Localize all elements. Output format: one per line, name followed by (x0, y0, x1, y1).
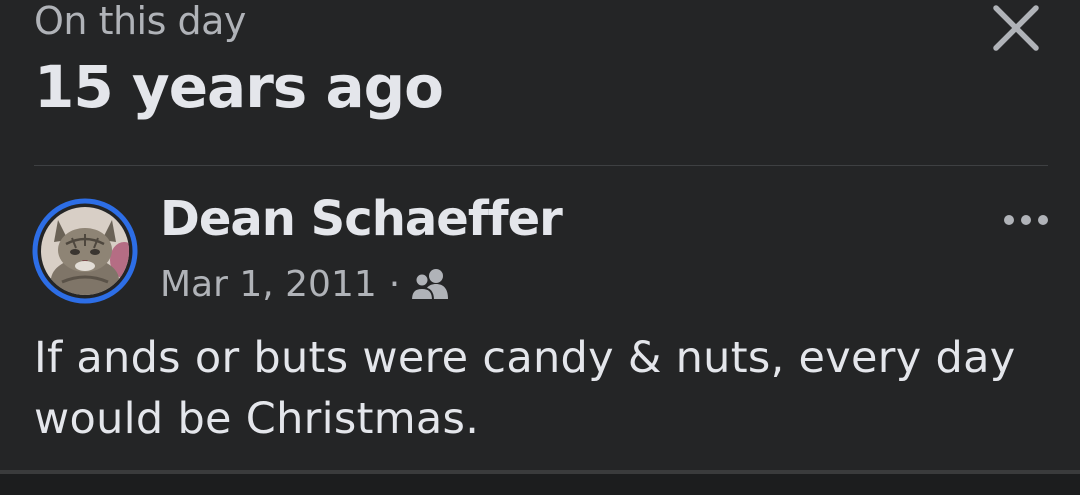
avatar-image (32, 198, 138, 304)
avatar[interactable] (32, 198, 138, 304)
author-name[interactable]: Dean Schaeffer (160, 188, 563, 250)
memory-title: 15 years ago (34, 53, 444, 121)
post-meta: Mar 1, 2011 · (160, 258, 450, 310)
memory-kicker: On this day (34, 0, 246, 43)
friends-icon[interactable] (410, 267, 450, 301)
more-options-icon (1004, 215, 1048, 225)
memory-card: On this day 15 years ago Dean Schaeffer … (0, 0, 1080, 470)
below-card-area (0, 474, 1080, 495)
post-date[interactable]: Mar 1, 2011 (160, 264, 377, 305)
meta-separator: · (388, 263, 401, 305)
close-button[interactable] (988, 0, 1044, 56)
more-options-button[interactable] (998, 200, 1058, 240)
post-text: If ands or buts were candy & nuts, every… (34, 333, 1016, 444)
header-divider (34, 165, 1048, 166)
close-icon (993, 5, 1039, 51)
